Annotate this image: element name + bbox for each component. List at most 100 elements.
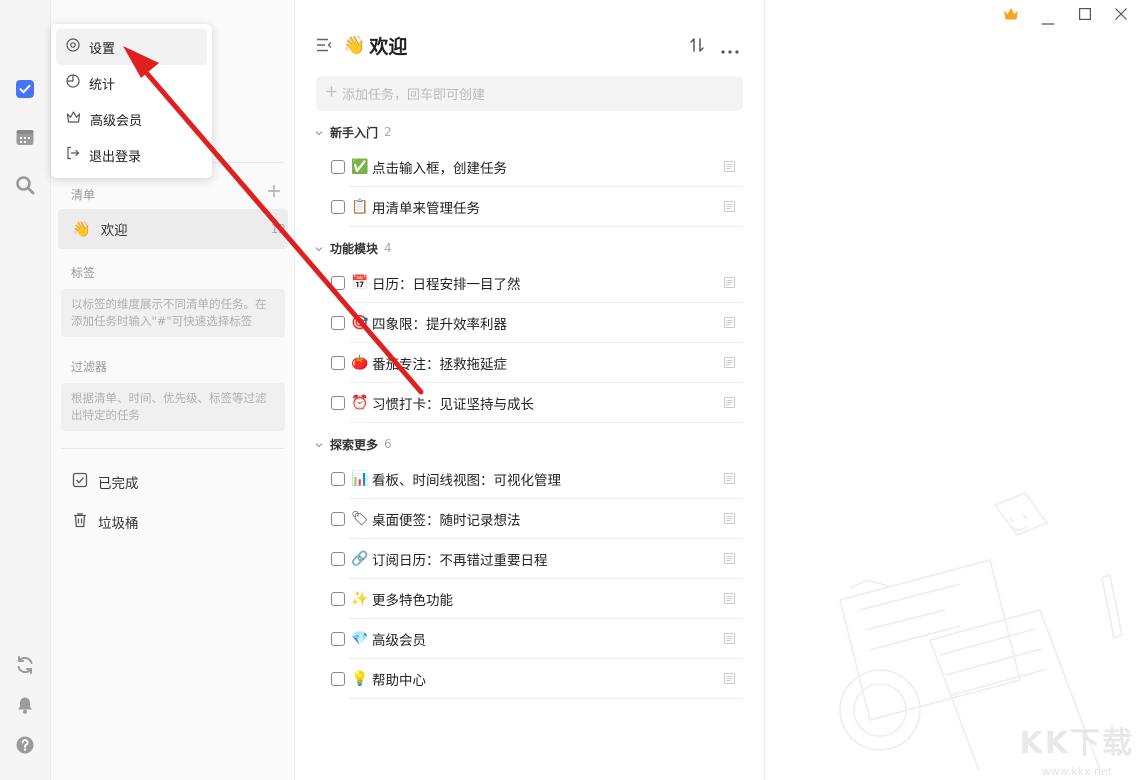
task-title: 四象限：提升效率利器 [372,313,507,333]
task-checkbox[interactable] [331,472,345,486]
close-icon[interactable] [1115,8,1127,24]
add-list-icon[interactable] [267,184,281,202]
label-tag-icon: 🏷 [351,511,367,527]
calendar-icon[interactable] [14,126,36,148]
task-row[interactable]: ✨ 更多特色功能 [331,579,743,619]
logout-icon [66,146,89,164]
sidebar-item-welcome[interactable]: 👋 欢迎 12 [58,209,288,249]
task-row[interactable]: 📊 看板、时间线视图：可视化管理 [331,459,743,499]
menu-item-label: 退出登录 [89,146,141,165]
page-title: 👋 欢迎 [343,32,407,59]
sync-icon[interactable] [14,654,36,676]
maximize-icon[interactable] [1079,8,1091,24]
lists-header: 清单 [71,186,95,203]
completed-icon [72,472,98,492]
note-icon [724,513,735,528]
sidebar-item-trash[interactable]: 垃圾桶 [58,502,288,542]
sparkles-icon: ✨ [351,591,367,607]
tags-hint: 以标签的维度展示不同清单的任务。在添加任务时输入"#"可快速选择标签 [61,289,285,337]
alarm-clock-icon: ⏰ [351,395,367,411]
help-icon[interactable] [14,734,36,756]
task-checkbox[interactable] [331,552,345,566]
menu-item-premium[interactable]: 高级会员 [56,101,207,137]
task-title: 桌面便签：随时记录想法 [372,509,521,529]
filters-hint: 根据清单、时间、优先级、标签等过滤出特定的任务 [61,383,285,431]
diamond-icon: 💎 [351,631,367,647]
section-count: 6 [384,437,392,451]
task-checkbox[interactable] [331,592,345,606]
note-icon [724,673,735,688]
note-icon [724,277,735,292]
bar-chart-icon: 📊 [351,471,367,487]
note-icon [724,473,735,488]
target-icon: 🎯 [351,315,367,331]
task-row[interactable]: 📋 用清单来管理任务 [331,187,743,227]
task-checkbox[interactable] [331,632,345,646]
task-checkbox[interactable] [331,200,345,214]
task-checkbox[interactable] [331,512,345,526]
task-title: 习惯打卡：见证坚持与成长 [372,393,534,413]
stats-icon [66,74,89,92]
bell-icon[interactable] [14,694,36,716]
task-title: 更多特色功能 [372,589,453,609]
task-row[interactable]: 🍅 番茄专注：拯救拖延症 [331,343,743,383]
section-header[interactable]: 功能模块 4 [315,238,392,258]
section-count: 4 [384,241,392,255]
tags-header: 标签 [71,264,95,281]
link-icon: 🔗 [351,551,367,567]
search-icon[interactable] [14,174,36,196]
minimize-icon[interactable] [1042,14,1054,29]
sidebar-item-label: 欢迎 [101,219,128,239]
menu-item-label: 高级会员 [90,110,142,129]
collapse-sidebar-icon[interactable] [316,38,332,56]
section-title: 探索更多 [330,436,378,453]
task-row[interactable]: 🔗 订阅日历：不再错过重要日程 [331,539,743,579]
task-row[interactable]: 💎 高级会员 [331,619,743,659]
more-icon[interactable] [721,43,739,58]
menu-item-label: 统计 [89,74,115,93]
note-icon [724,357,735,372]
icon-rail [0,0,51,780]
task-checkbox[interactable] [331,276,345,290]
waving-hand-icon: 👋 [343,35,365,56]
task-row[interactable]: ⏰ 习惯打卡：见证坚持与成长 [331,383,743,423]
task-row[interactable]: 🎯 四象限：提升效率利器 [331,303,743,343]
task-checkbox-icon[interactable] [14,78,36,100]
section-title: 功能模块 [330,240,378,257]
list-count: 12 [271,222,286,236]
task-title: 日历：日程安排一目了然 [372,273,521,293]
task-checkbox[interactable] [331,160,345,174]
sidebar-item-label: 垃圾桶 [98,512,139,532]
menu-item-label: 设置 [89,38,115,57]
plus-icon [326,86,337,101]
note-icon [724,317,735,332]
trash-icon [72,512,98,532]
section-header[interactable]: 探索更多 6 [315,434,392,454]
menu-item-logout[interactable]: 退出登录 [56,137,207,173]
note-icon [724,161,735,176]
task-row[interactable]: ✅ 点击输入框，创建任务 [331,147,743,187]
task-list-pane: 👋 欢迎 添加任务，回车即可创建 新手入门 2 ✅ 点击输入框，创建任务 📋 用… [295,0,765,780]
task-row[interactable]: 🏷 桌面便签：随时记录想法 [331,499,743,539]
section-header[interactable]: 新手入门 2 [315,122,392,142]
task-row[interactable]: 💡 帮助中心 [331,659,743,699]
sidebar-item-label: 已完成 [98,472,139,492]
task-title: 高级会员 [372,629,426,649]
crown-icon[interactable] [1003,7,1019,25]
task-row[interactable]: 📅 日历：日程安排一目了然 [331,263,743,303]
task-checkbox[interactable] [331,356,345,370]
task-checkbox[interactable] [331,672,345,686]
note-icon [724,593,735,608]
note-icon [724,201,735,216]
task-checkbox[interactable] [331,316,345,330]
task-checkbox[interactable] [331,396,345,410]
sidebar-item-completed[interactable]: 已完成 [58,462,288,502]
menu-item-stats[interactable]: 统计 [56,65,207,101]
sort-icon[interactable] [689,37,705,57]
chevron-down-icon [315,241,323,255]
note-icon [724,633,735,648]
watermark-logo: KK下载 [1020,718,1135,762]
menu-item-settings[interactable]: 设置 [56,29,207,65]
add-task-input[interactable]: 添加任务，回车即可创建 [316,76,743,111]
note-icon [724,397,735,412]
